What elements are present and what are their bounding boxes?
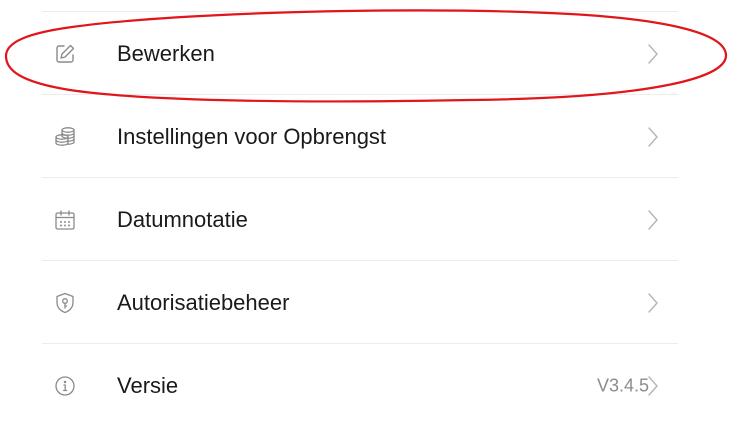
settings-menu-list: Bewerken Instellingen voor Opbrengst Dat… — [0, 12, 731, 427]
chevron-right-icon — [647, 292, 659, 314]
chevron-right-icon — [647, 209, 659, 231]
chevron-right-icon — [647, 126, 659, 148]
menu-item-label: Instellingen voor Opbrengst — [117, 123, 387, 149]
menu-item-label: Autorisatiebeheer — [117, 289, 290, 315]
edit-icon — [53, 42, 77, 66]
chevron-right-icon — [647, 375, 659, 397]
coins-stack-icon — [53, 125, 77, 149]
calendar-icon — [53, 208, 77, 232]
menu-item-label: Versie — [117, 372, 179, 398]
shield-key-icon — [53, 291, 77, 315]
menu-item-date-format[interactable]: Datumnotatie — [0, 178, 731, 261]
chevron-right-icon — [647, 43, 659, 65]
menu-item-label: Bewerken — [117, 40, 215, 66]
menu-item-label: Datumnotatie — [117, 206, 248, 232]
menu-item-revenue-settings[interactable]: Instellingen voor Opbrengst — [0, 95, 731, 178]
menu-item-edit[interactable]: Bewerken — [0, 12, 731, 95]
version-value: V3.4.5 — [596, 375, 649, 395]
menu-item-authorization[interactable]: Autorisatiebeheer — [0, 261, 731, 344]
menu-item-version[interactable]: Versie V3.4.5 — [0, 344, 731, 427]
